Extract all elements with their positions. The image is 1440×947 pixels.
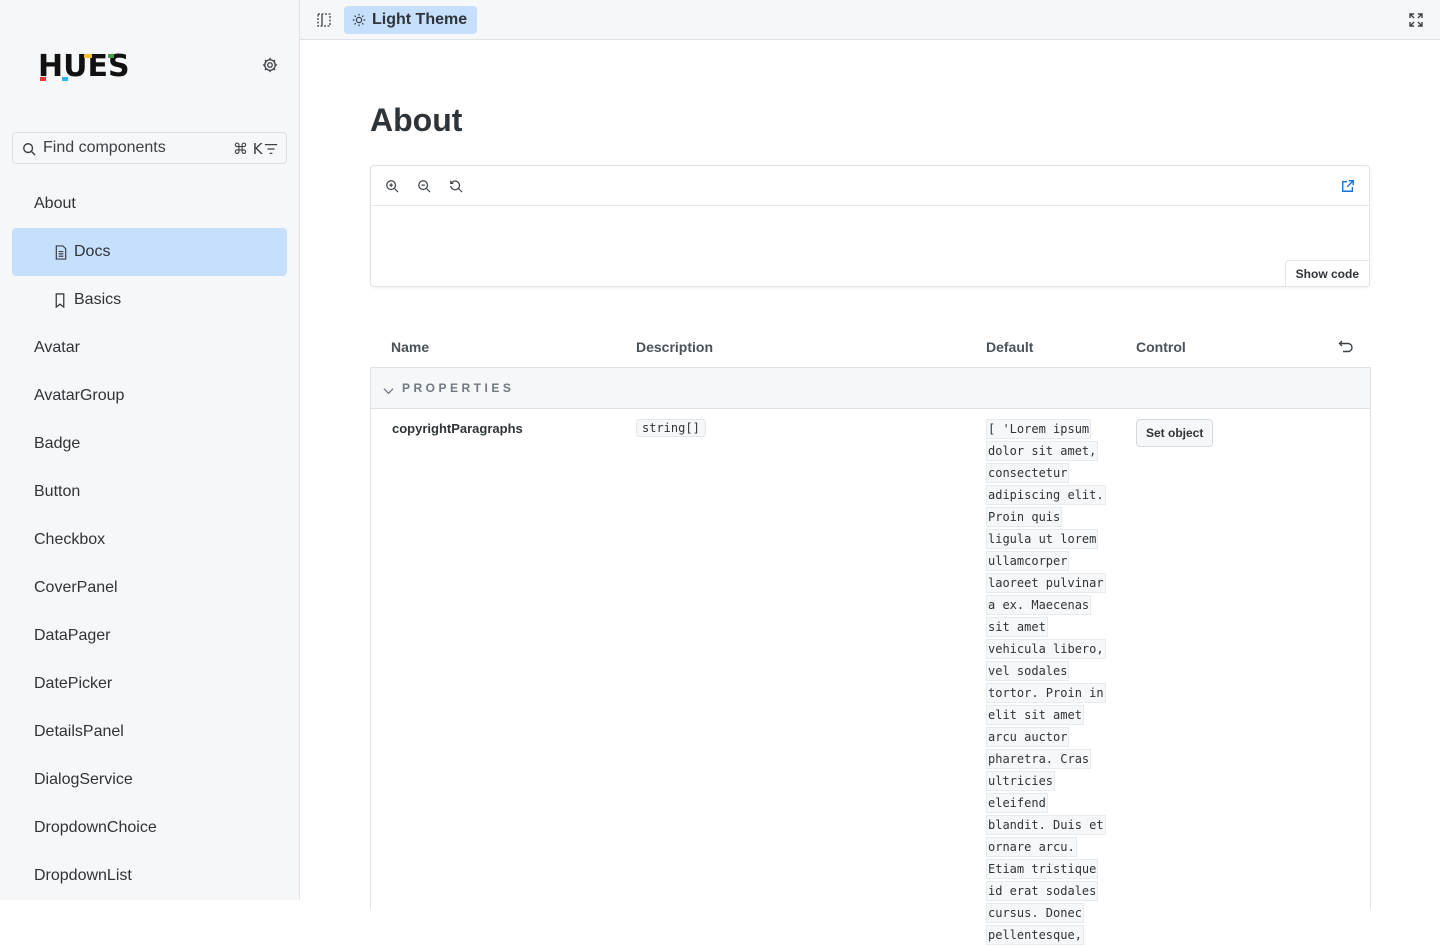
page-title: About <box>370 102 463 138</box>
default-value-line: Etiam tristique <box>986 859 1099 879</box>
hues-logo: HUES <box>38 50 130 82</box>
reset-controls-icon[interactable] <box>1338 339 1354 358</box>
search-field[interactable]: Find components ⌘ K <box>12 132 287 164</box>
default-value-line: elit sit amet <box>986 705 1084 725</box>
prop-name: copyrightParagraphs <box>392 421 523 436</box>
default-value-line: ultricies <box>986 771 1056 791</box>
search-input[interactable]: Find components <box>43 139 166 157</box>
default-value-line: a ex. Maecenas <box>986 595 1092 615</box>
preview-toolbar <box>371 166 1369 206</box>
sidebar-item-avatargroup[interactable]: AvatarGroup <box>12 372 287 420</box>
search-icon <box>22 142 36 161</box>
default-value-line: id erat sodales <box>986 881 1099 901</box>
show-code-button[interactable]: Show code <box>1284 260 1369 286</box>
default-value-line: vehicula libero, <box>986 639 1106 659</box>
sidebar-item-docs[interactable]: Docs <box>12 228 287 276</box>
theme-switch-button[interactable]: Light Theme <box>344 6 478 34</box>
properties-section-toggle[interactable]: PROPERTIES <box>370 367 1371 409</box>
fullscreen-icon[interactable] <box>1409 13 1423 32</box>
default-value-line: ligula ut lorem <box>986 529 1099 549</box>
zoom-out-icon[interactable] <box>417 179 431 198</box>
default-value-line: blandit. Duis et <box>986 815 1106 835</box>
table-row <box>370 409 1371 909</box>
sidebar-item-coverpanel[interactable]: CoverPanel <box>12 564 287 612</box>
column-header-name: Name <box>391 339 430 355</box>
default-value-line: ornare arcu. <box>986 837 1077 857</box>
column-header-default: Default <box>986 339 1034 355</box>
default-value-line: ullamcorper <box>986 551 1070 571</box>
set-object-button[interactable]: Set object <box>1136 419 1214 447</box>
default-value-line: pellentesque, <box>986 925 1084 945</box>
sidebar-item-detailspanel[interactable]: DetailsPanel <box>12 708 287 756</box>
search-shortcut: ⌘ K <box>233 140 263 158</box>
sidebar-item-badge[interactable]: Badge <box>12 420 287 468</box>
default-value-line: [ 'Lorem ipsum <box>986 419 1092 439</box>
settings-gear-icon[interactable] <box>261 56 281 76</box>
open-new-tab-icon[interactable] <box>1341 179 1355 198</box>
chevron-down-icon <box>383 382 394 400</box>
zoom-reset-icon[interactable] <box>449 179 463 198</box>
logo-mark: HUES <box>38 50 130 82</box>
default-value-line: eleifend <box>986 793 1048 813</box>
theme-label: Light Theme <box>372 11 468 28</box>
default-value-line: consectetur <box>986 463 1070 483</box>
default-value-line: dolor sit amet, <box>986 441 1099 461</box>
default-value-line: laoreet pulvinar <box>986 573 1106 593</box>
prop-type: string[] <box>636 419 706 437</box>
zoom-in-icon[interactable] <box>385 179 399 198</box>
toggle-sidebar-icon[interactable] <box>317 13 331 32</box>
column-header-description: Description <box>636 339 714 355</box>
sun-icon <box>352 13 366 27</box>
sidebar-item-checkbox[interactable]: Checkbox <box>12 516 287 564</box>
default-value-line: pharetra. Cras <box>986 749 1092 769</box>
component-preview: Show code <box>370 165 1370 287</box>
top-toolbar: Light Theme <box>300 0 1440 40</box>
default-value-line: arcu auctor <box>986 727 1070 747</box>
sidebar-item-button[interactable]: Button <box>12 468 287 516</box>
sidebar-item-basics[interactable]: Basics <box>12 276 287 324</box>
sidebar-item-about[interactable]: About <box>12 180 287 228</box>
sidebar-item-dropdownchoice[interactable]: DropdownChoice <box>12 804 287 852</box>
sidebar-item-datapager[interactable]: DataPager <box>12 612 287 660</box>
sidebar: HUES Find components ⌘ K About Docs Basi… <box>0 0 300 900</box>
svg-text:HUES: HUES <box>38 50 130 82</box>
column-header-control: Control <box>1136 339 1186 355</box>
sidebar-item-avatar[interactable]: Avatar <box>12 324 287 372</box>
default-value-line: adipiscing elit. <box>986 485 1106 505</box>
default-value-line: tortor. Proin in <box>986 683 1106 703</box>
default-value-line: sit amet <box>986 617 1048 637</box>
default-value-line: Proin quis <box>986 507 1063 527</box>
filter-icon[interactable] <box>264 142 278 161</box>
default-value-line: vel sodales <box>986 661 1070 681</box>
default-value-line: cursus. Donec <box>986 903 1084 923</box>
sidebar-item-datepicker[interactable]: DatePicker <box>12 660 287 708</box>
sidebar-item-dialogservice[interactable]: DialogService <box>12 756 287 804</box>
prop-default-value: [ 'Lorem ipsum dolor sit amet, consectetur… <box>986 419 1112 947</box>
bookmark-icon <box>54 293 66 313</box>
section-title: PROPERTIES <box>402 381 515 395</box>
document-icon <box>54 245 68 265</box>
sidebar-item-dropdownlist[interactable]: DropdownList <box>12 852 287 900</box>
